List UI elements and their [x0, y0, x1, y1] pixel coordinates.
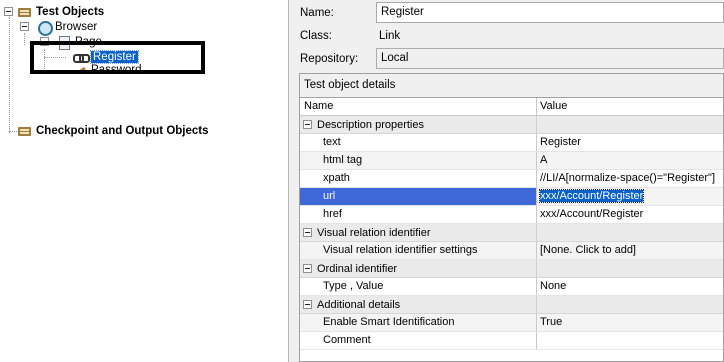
category-value	[537, 296, 723, 313]
property-value-text: [None. Click to add]	[540, 244, 636, 256]
property-value[interactable]: [None. Click to add]	[537, 242, 723, 259]
collapse-icon[interactable]	[303, 300, 312, 309]
property-name: url	[300, 188, 537, 205]
class-value: Link	[379, 30, 401, 42]
property-value[interactable]: A	[537, 152, 723, 169]
property-name: xpath	[300, 170, 537, 187]
grid-body: Description properties text Register html t…	[300, 116, 723, 350]
property-value[interactable]: //LI/A[normalize-space()="Register"]	[537, 170, 723, 187]
property-row[interactable]: url xxx/Account/Register	[300, 188, 723, 206]
category-row[interactable]: Additional details	[300, 296, 723, 314]
browser-icon	[36, 20, 53, 36]
property-name: Type , Value	[300, 278, 537, 295]
object-tree: Test Objects Browser Page Register Passw…	[0, 0, 288, 362]
property-row[interactable]: Type , Value None	[300, 278, 723, 296]
property-grid: Name Value Description properties text Reg…	[300, 98, 723, 350]
property-row[interactable]: xpath//LI/A[normalize-space()="Register"…	[300, 170, 723, 188]
property-value-text: Register	[540, 136, 581, 148]
test-object-details: Test object details Name Value Descripti…	[299, 73, 724, 362]
property-row[interactable]: text Register	[300, 134, 723, 152]
category-value	[537, 260, 723, 277]
object-properties-panel: Name: Register Class: Link Repository: L…	[298, 0, 724, 362]
property-value-text: True	[540, 316, 563, 328]
column-header-value[interactable]: Value	[537, 98, 723, 115]
category-label: Ordinal identifier	[317, 262, 398, 275]
collapse-icon[interactable]	[303, 120, 312, 129]
name-label: Name:	[300, 7, 334, 19]
property-row[interactable]: Enable Smart Identification True	[300, 314, 723, 332]
category-label: Additional details	[317, 298, 401, 311]
folder-icon	[17, 124, 33, 138]
property-name: href	[300, 206, 537, 223]
property-value-text: None	[540, 280, 567, 292]
property-value-text: xxx/Account/Register	[538, 189, 645, 203]
category-name: Additional details	[300, 296, 537, 313]
property-value[interactable]: None	[537, 278, 723, 295]
property-value[interactable]	[537, 332, 723, 349]
category-name: Description properties	[300, 116, 537, 133]
property-row[interactable]: Visual relation identifier settings [None…	[300, 242, 723, 260]
property-name: Comment	[300, 332, 537, 349]
collapse-icon[interactable]	[303, 228, 312, 237]
property-row[interactable]: html tag A	[300, 152, 723, 170]
category-label: Visual relation identifier	[317, 226, 431, 239]
repository-field: Local	[376, 48, 724, 69]
property-row[interactable]: href xxx/Account/Register	[300, 206, 723, 224]
tree-node-test-objects[interactable]: Test Objects	[17, 4, 104, 20]
tree-node-label: Checkpoint and Output Objects	[36, 125, 209, 137]
column-header-name[interactable]: Name	[300, 98, 537, 115]
repository-label: Repository:	[300, 53, 359, 65]
folder-icon	[17, 5, 33, 19]
category-value	[537, 224, 723, 241]
tree-node-checkpoints[interactable]: Checkpoint and Output Objects	[17, 123, 209, 139]
property-name: Enable Smart Identification	[300, 314, 537, 331]
category-row[interactable]: Visual relation identifier	[300, 224, 723, 242]
collapse-icon[interactable]	[303, 264, 312, 273]
property-value[interactable]: xxx/Account/Register	[537, 206, 723, 223]
pane-gutter	[289, 0, 298, 362]
name-field[interactable]: Register	[376, 2, 724, 23]
expander-test-objects[interactable]	[4, 7, 13, 16]
details-caption: Test object details	[300, 74, 723, 98]
property-value[interactable]: Register	[537, 134, 723, 151]
property-name: text	[300, 134, 537, 151]
tree-node-label: Browser	[55, 21, 98, 33]
expander-browser[interactable]	[20, 22, 29, 31]
category-name: Ordinal identifier	[300, 260, 537, 277]
annotation-highlight-box	[30, 41, 205, 74]
property-name: Visual relation identifier settings	[300, 242, 537, 259]
tree-node-label: Test Objects	[36, 6, 105, 18]
property-value[interactable]: True	[537, 314, 723, 331]
grid-header: Name Value	[300, 98, 723, 116]
category-row[interactable]: Ordinal identifier	[300, 260, 723, 278]
property-value-text: xxx/Account/Register	[540, 208, 644, 220]
property-row[interactable]: Comment	[300, 332, 723, 350]
category-value	[537, 116, 723, 133]
property-name: html tag	[300, 152, 537, 169]
property-value-text: //LI/A[normalize-space()="Register"]	[540, 172, 716, 184]
property-value-text: A	[540, 154, 548, 166]
category-label: Description properties	[317, 118, 424, 131]
category-name: Visual relation identifier	[300, 224, 537, 241]
property-value[interactable]: xxx/Account/Register	[537, 188, 723, 205]
category-row[interactable]: Description properties	[300, 116, 723, 134]
class-label: Class:	[300, 30, 332, 42]
tree-node-browser[interactable]: Browser	[36, 19, 98, 36]
